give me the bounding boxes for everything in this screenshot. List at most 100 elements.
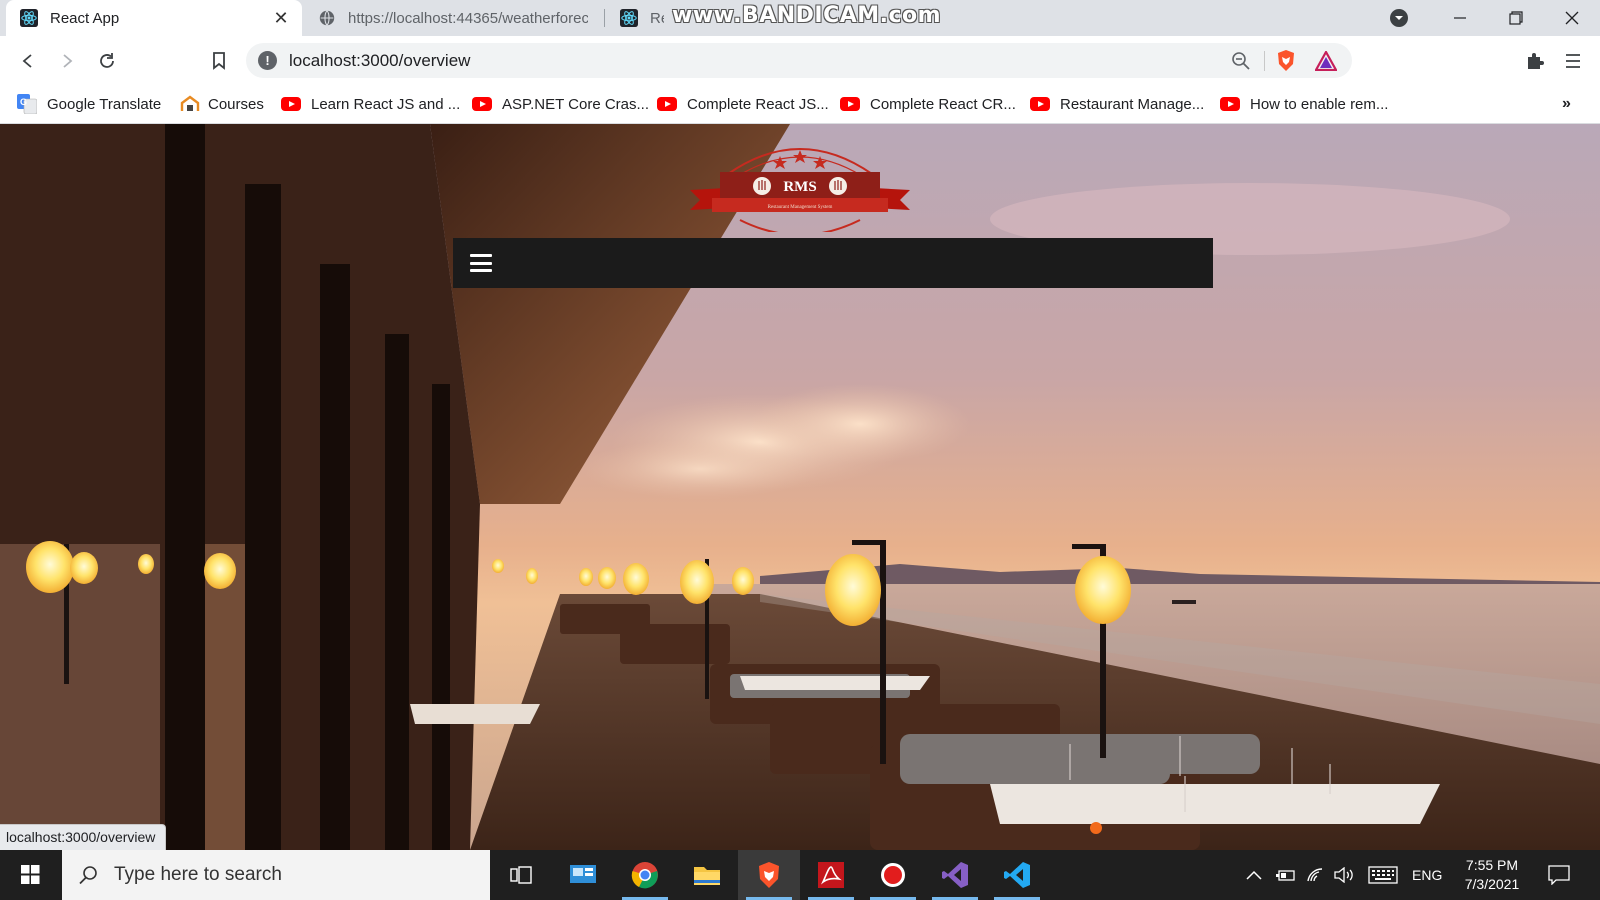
extensions-button[interactable] [1520, 46, 1550, 76]
search-icon [79, 866, 97, 885]
tab-search-button[interactable] [1390, 9, 1408, 27]
logo-text: RMS [783, 179, 816, 195]
clock-date: 7/3/2021 [1464, 876, 1520, 892]
record-icon [881, 863, 905, 887]
search-placeholder: Type here to search [114, 864, 282, 885]
rms-logo: RMS Restaurant Management System [690, 148, 910, 232]
show-hidden-icons-button[interactable] [1246, 850, 1262, 900]
brave-app[interactable] [738, 850, 800, 900]
control-panel-icon [570, 865, 596, 883]
recorder-app[interactable] [862, 850, 924, 900]
restore-button[interactable] [1488, 0, 1544, 36]
svg-text:G: G [20, 97, 27, 107]
restaurant-background-image [0, 124, 1600, 850]
clock-time: 7:55 PM [1465, 857, 1519, 873]
minimize-icon [1454, 17, 1466, 19]
bookmark-label: How to enable rem... [1250, 95, 1389, 113]
action-center-button[interactable] [1548, 850, 1570, 900]
page-viewport: RMS Restaurant Management System localho… [0, 124, 1600, 850]
vscode-app[interactable] [986, 850, 1048, 900]
acrobat-app[interactable] [800, 850, 862, 900]
youtube-icon [1220, 97, 1240, 111]
address-bar[interactable]: ! localhost:3000/overview [246, 43, 1352, 78]
notification-icon [1548, 865, 1570, 885]
close-window-button[interactable] [1544, 0, 1600, 36]
reload-icon [100, 53, 114, 68]
brave-rewards-icon[interactable] [1315, 51, 1337, 71]
bookmark-complete-react-crud[interactable]: Complete React CR... [840, 93, 1016, 115]
folder-icon [694, 867, 720, 885]
minimize-button[interactable] [1432, 0, 1488, 36]
zoom-out-icon[interactable] [1231, 51, 1251, 71]
more-bookmarks-chevron-icon[interactable]: » [1562, 93, 1571, 115]
brave-shields-icon[interactable] [1276, 49, 1296, 72]
bookmark-aspnet-core[interactable]: ASP.NET Core Cras... [472, 93, 649, 115]
bookmark-label: Google Translate [47, 95, 162, 113]
taskbar-search-box[interactable]: Type here to search [62, 850, 490, 900]
menu-button[interactable] [1558, 46, 1588, 76]
bookmark-restaurant-management[interactable]: Restaurant Manage... [1030, 93, 1204, 115]
tab-title: https://localhost:44365/weatherforeca [348, 9, 588, 27]
url-text[interactable]: localhost:3000/overview [289, 51, 470, 71]
tab-strip: React App ✕ https://localhost:44365/weat… [0, 0, 1600, 36]
forward-button[interactable] [52, 46, 82, 76]
youtube-icon [472, 97, 492, 111]
task-view-button[interactable] [490, 850, 552, 900]
wifi-button[interactable] [1306, 850, 1326, 900]
google-translate-icon: G [17, 94, 37, 114]
battery-button[interactable] [1276, 850, 1296, 900]
visual-studio-app[interactable] [924, 850, 986, 900]
site-navbar [453, 238, 1213, 288]
input-language-button[interactable]: ENG [1412, 850, 1442, 900]
keyboard-icon [1368, 866, 1398, 884]
bookmark-icon [213, 52, 225, 70]
close-tab-icon[interactable]: ✕ [272, 8, 290, 29]
courses-icon [180, 95, 200, 111]
youtube-icon [281, 97, 301, 111]
bookmark-label: ASP.NET Core Cras... [502, 95, 649, 113]
back-icon [22, 54, 32, 68]
navbar-toggle-hamburger-icon[interactable] [470, 252, 492, 274]
bookmark-learn-react[interactable]: Learn React JS and ... [281, 93, 460, 115]
youtube-icon [657, 97, 677, 111]
windows-taskbar: Type here to search ENG 7:55 PM 7/3/2021 [0, 850, 1600, 900]
windows-start-icon[interactable] [12, 862, 48, 888]
chrome-icon [631, 862, 658, 889]
forward-icon [63, 54, 73, 68]
hamburger-menu-icon [1566, 54, 1580, 68]
chevron-up-icon [1246, 870, 1262, 880]
react-icon [20, 9, 38, 27]
touch-keyboard-button[interactable] [1368, 850, 1398, 900]
tab-react[interactable]: React [606, 0, 676, 36]
control-panel-app[interactable] [552, 850, 614, 900]
volume-button[interactable] [1334, 850, 1356, 900]
volume-icon [1334, 867, 1353, 883]
bookmark-courses[interactable]: Courses [180, 93, 264, 115]
reload-button[interactable] [92, 46, 122, 76]
react-icon [620, 9, 638, 27]
bookmark-how-to-enable[interactable]: How to enable rem... [1220, 93, 1388, 115]
tab-weatherforecast[interactable]: https://localhost:44365/weatherforeca [304, 0, 600, 36]
bandicam-watermark: www.BANDICAM.com [672, 3, 942, 28]
tab-separator [604, 9, 605, 27]
task-view-icon [510, 866, 532, 884]
bookmark-button[interactable] [204, 46, 234, 76]
system-clock[interactable]: 7:55 PM 7/3/2021 [1452, 856, 1532, 894]
link-status-bar: localhost:3000/overview [0, 824, 167, 850]
omnibox-divider [1264, 51, 1265, 71]
chrome-app[interactable] [614, 850, 676, 900]
bookmark-label: Learn React JS and ... [311, 95, 461, 113]
tab-react-app[interactable]: React App ✕ [6, 0, 302, 36]
browser-toolbar: ! localhost:3000/overview [0, 36, 1600, 85]
site-info-icon[interactable]: ! [258, 51, 277, 70]
youtube-icon [840, 97, 860, 111]
back-button[interactable] [13, 46, 43, 76]
puzzle-icon [1528, 53, 1544, 69]
bookmark-label: Courses [208, 95, 264, 113]
bookmark-google-translate[interactable]: G Google Translate [17, 93, 161, 115]
bookmark-complete-react-js[interactable]: Complete React JS... [657, 93, 829, 115]
bookmarks-bar: G Google Translate Courses Learn React J… [0, 85, 1600, 124]
file-explorer-app[interactable] [676, 850, 738, 900]
brave-icon [759, 862, 779, 888]
tab-title: React [650, 9, 664, 27]
